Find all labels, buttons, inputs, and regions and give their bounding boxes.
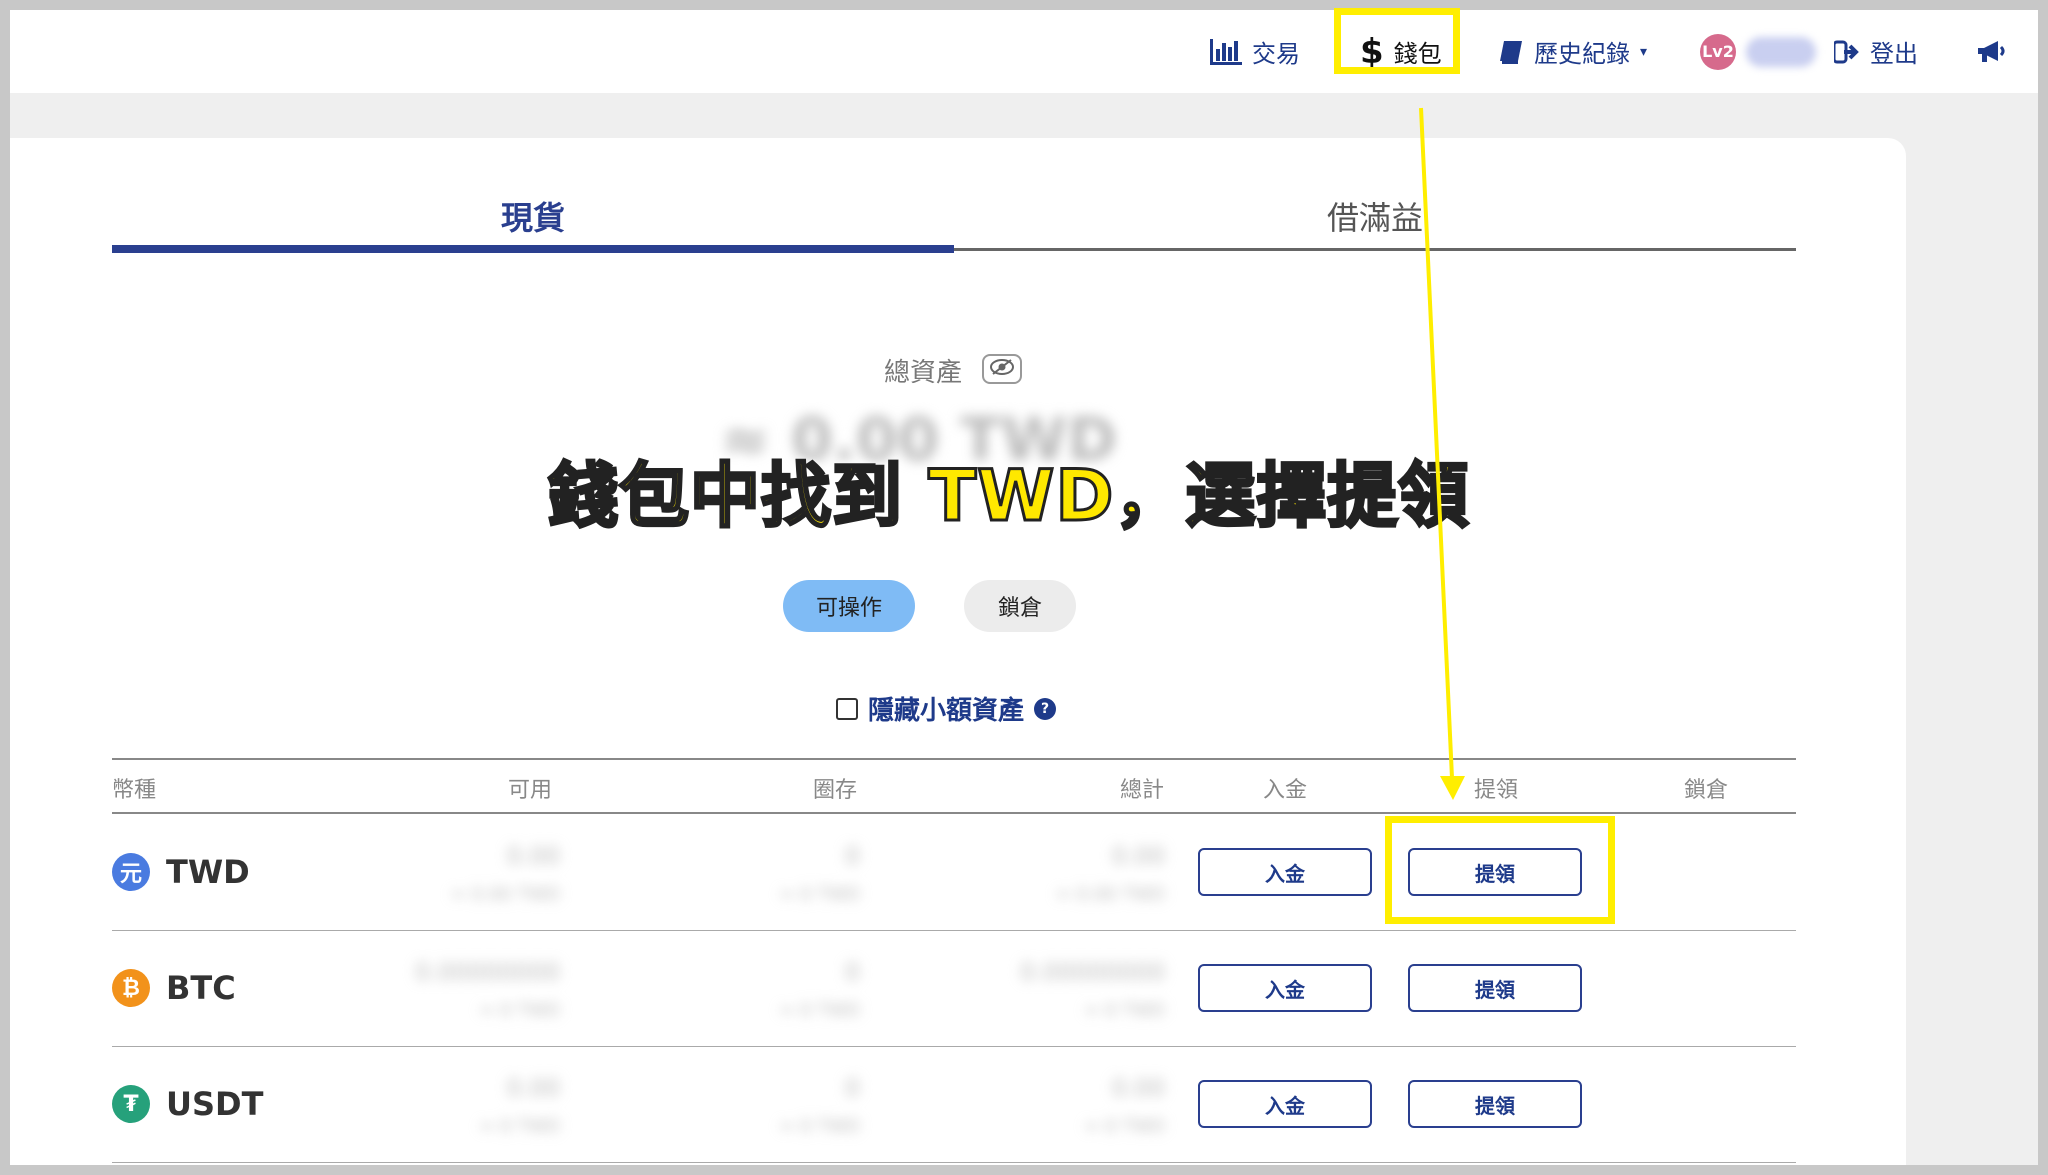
tutorial-arrow [1419,107,1465,800]
